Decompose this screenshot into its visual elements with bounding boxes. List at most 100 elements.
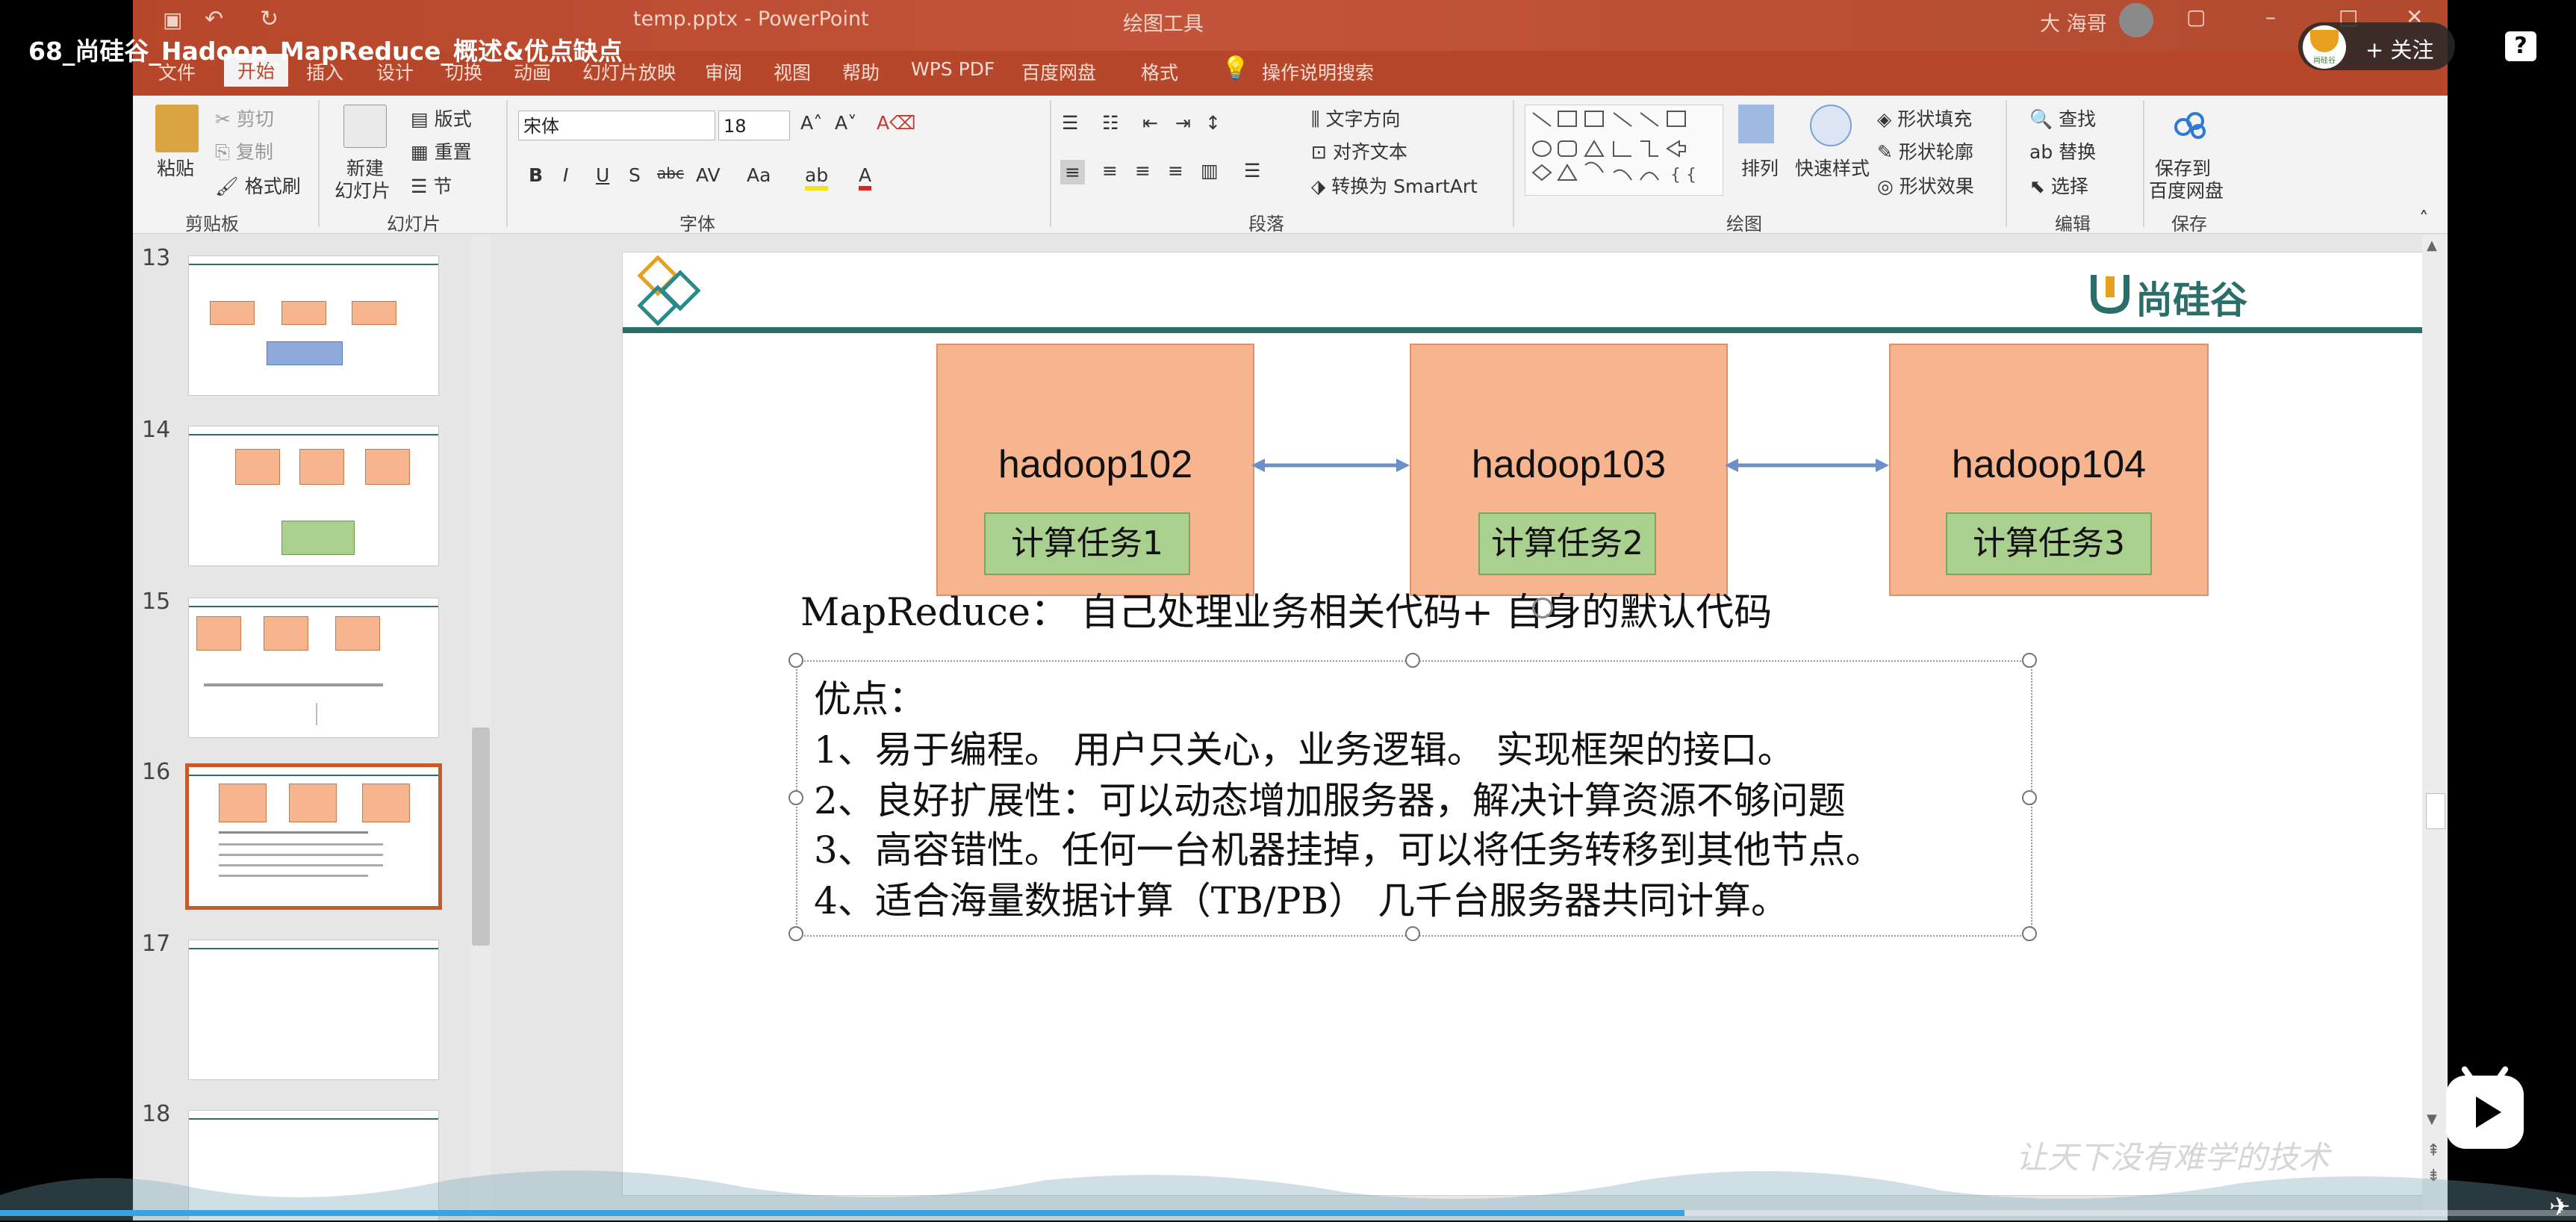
shape-fill-button[interactable]: ◈ 形状填充 <box>1877 105 1972 131</box>
replace-button[interactable]: ab 替换 <box>2029 137 2096 164</box>
tab-view[interactable]: 视图 <box>774 58 811 85</box>
shape-effects-button[interactable]: ◎ 形状效果 <box>1877 172 1974 199</box>
bold-icon[interactable]: B <box>529 164 543 186</box>
slide-thumbnail-15[interactable] <box>188 598 439 738</box>
collapse-ribbon-icon[interactable]: ˄ <box>2419 208 2429 229</box>
align-center-icon[interactable]: ≡ <box>1102 160 1118 182</box>
undo-icon[interactable]: ↶ <box>205 6 223 32</box>
increase-indent-icon[interactable]: ⇥ <box>1175 112 1191 134</box>
tab-review[interactable]: 审阅 <box>705 58 742 85</box>
numbering-icon[interactable]: ☷ <box>1102 112 1119 134</box>
shrink-font-icon[interactable]: A˅ <box>835 112 857 134</box>
tell-me-search[interactable]: 操作说明搜索 <box>1262 58 1374 85</box>
change-case-icon[interactable]: Aa <box>747 164 771 186</box>
thumb-box <box>335 616 380 651</box>
baidu-cloud-icon[interactable] <box>2173 108 2209 143</box>
select-button[interactable]: ⬉ 选择 <box>2029 172 2088 199</box>
slide-thumbnail-14[interactable] <box>188 426 439 566</box>
channel-logo-icon <box>2310 30 2339 52</box>
align-right-icon[interactable]: ≡ <box>1135 160 1151 182</box>
follow-label[interactable]: + 关注 <box>2365 33 2434 64</box>
scroll-down-icon[interactable]: ▼ <box>2427 1111 2437 1127</box>
arrange-icon[interactable] <box>1738 105 1774 143</box>
resize-handle[interactable] <box>788 653 803 668</box>
arrange-button[interactable]: 排列 <box>1741 154 1779 181</box>
smartart-button[interactable]: ⬗ 转换为 SmartArt <box>1311 172 1478 199</box>
task-box[interactable]: 计算任务3 <box>1946 512 2152 575</box>
align-text-button[interactable]: ⊡ 对齐文本 <box>1311 137 1407 164</box>
shapes-gallery[interactable]: { { <box>1525 105 1723 196</box>
resize-handle[interactable] <box>2022 653 2037 668</box>
bullets-icon[interactable]: ☰ <box>1062 112 1078 134</box>
slide-thumbnail-13[interactable] <box>188 255 439 396</box>
copy-button[interactable]: ⎘ 复制 <box>215 137 273 164</box>
format-painter-button[interactable]: 🖌 格式刷 <box>215 172 301 199</box>
decrease-indent-icon[interactable]: ⇤ <box>1142 112 1158 134</box>
clear-format-icon[interactable]: A⌫ <box>877 112 915 134</box>
reset-button[interactable]: ▦ 重置 <box>411 137 472 164</box>
node-hadoop102[interactable]: hadoop102 计算任务1 <box>936 344 1254 596</box>
progress-handle-icon[interactable]: ✈ <box>2549 1192 2571 1222</box>
save-icon[interactable]: ▣ <box>163 7 182 32</box>
node-hadoop104[interactable]: hadoop104 计算任务3 <box>1889 344 2209 596</box>
minimize-icon[interactable]: – <box>2265 4 2276 29</box>
find-button[interactable]: 🔍 查找 <box>2029 105 2096 131</box>
tab-baidu-netdisk[interactable]: 百度网盘 <box>1021 58 1096 85</box>
layout-button[interactable]: ▤ 版式 <box>411 105 472 131</box>
shadow-icon[interactable]: S <box>629 164 641 186</box>
slide-canvas[interactable]: 尚硅谷 hadoop102 计算任务1 hadoop103 计算任务2 hado… <box>623 252 2434 1195</box>
tab-help[interactable]: 帮助 <box>842 58 880 85</box>
redo-icon[interactable]: ↻ <box>260 6 279 32</box>
section-button[interactable]: ☰ 节 <box>411 172 452 199</box>
rotate-handle-icon[interactable] <box>1532 598 1553 618</box>
paste-icon[interactable] <box>155 105 199 152</box>
resize-handle[interactable] <box>1405 926 1420 941</box>
ribbon-display-icon[interactable]: ▢ <box>2186 4 2206 29</box>
char-spacing-icon[interactable]: AV <box>696 164 721 186</box>
slide-thumbnail-17[interactable] <box>188 940 439 1080</box>
user-avatar[interactable] <box>2119 3 2153 37</box>
new-slide-icon[interactable] <box>343 105 387 148</box>
paste-button[interactable]: 粘贴 <box>157 154 194 181</box>
text-direction-button[interactable]: ⫼ 文字方向 <box>1311 105 1400 131</box>
play-button[interactable] <box>2446 1065 2524 1149</box>
double-arrow-icon[interactable] <box>1251 454 1410 477</box>
resize-handle[interactable] <box>2022 790 2037 805</box>
task-box[interactable]: 计算任务2 <box>1478 512 1656 575</box>
grow-font-icon[interactable]: A˄ <box>800 112 823 134</box>
resize-handle[interactable] <box>788 790 803 805</box>
slide-scrollbar-thumb[interactable] <box>2426 793 2445 829</box>
quick-styles-button[interactable]: 快速样式 <box>1795 154 1870 181</box>
justify-icon[interactable]: ≡ <box>1168 160 1183 182</box>
tab-wps-pdf[interactable]: WPS PDF <box>911 58 995 80</box>
resize-handle[interactable] <box>788 926 803 941</box>
font-size-combo[interactable]: 18 <box>718 111 790 140</box>
align-left-icon[interactable]: ≡ <box>1060 160 1085 184</box>
double-arrow-icon[interactable] <box>1725 454 1889 477</box>
help-icon[interactable]: ? <box>2505 31 2536 61</box>
scroll-up-icon[interactable]: ▲ <box>2427 238 2437 253</box>
slide-scrollbar[interactable] <box>2422 235 2448 1221</box>
tab-format[interactable]: 格式 <box>1141 58 1178 85</box>
columns-icon[interactable]: ▥ <box>1201 160 1219 182</box>
resize-handle[interactable] <box>2022 926 2037 941</box>
underline-icon[interactable]: U <box>596 164 609 186</box>
italic-icon[interactable]: I <box>563 164 568 186</box>
cut-button[interactable]: ✂ 剪切 <box>215 105 274 131</box>
task-box[interactable]: 计算任务1 <box>984 512 1190 575</box>
slide-thumbnail-16[interactable] <box>185 763 442 910</box>
user-name[interactable]: 大 海哥 <box>2040 7 2107 37</box>
text-align-icon[interactable]: ☰ <box>1244 160 1260 182</box>
font-name-combo[interactable]: 宋体 <box>518 111 715 140</box>
thumbnail-scrollbar-thumb[interactable] <box>472 728 490 946</box>
mapreduce-description[interactable]: MapReduce： 自己处理业务相关代码+ 自身的默认代码 <box>800 581 1772 636</box>
strikethrough-icon[interactable]: abc <box>657 164 684 182</box>
highlight-icon[interactable]: ab <box>805 164 829 190</box>
node-hadoop103[interactable]: hadoop103 计算任务2 <box>1410 344 1728 596</box>
line-spacing-icon[interactable]: ↕ <box>1205 112 1221 134</box>
quick-styles-icon[interactable] <box>1810 105 1852 146</box>
font-color-icon[interactable]: A <box>859 164 872 190</box>
resize-handle[interactable] <box>1405 653 1420 668</box>
shape-outline-button[interactable]: ✎ 形状轮廓 <box>1877 137 1973 164</box>
channel-avatar[interactable]: 尚硅谷 <box>2303 25 2346 69</box>
